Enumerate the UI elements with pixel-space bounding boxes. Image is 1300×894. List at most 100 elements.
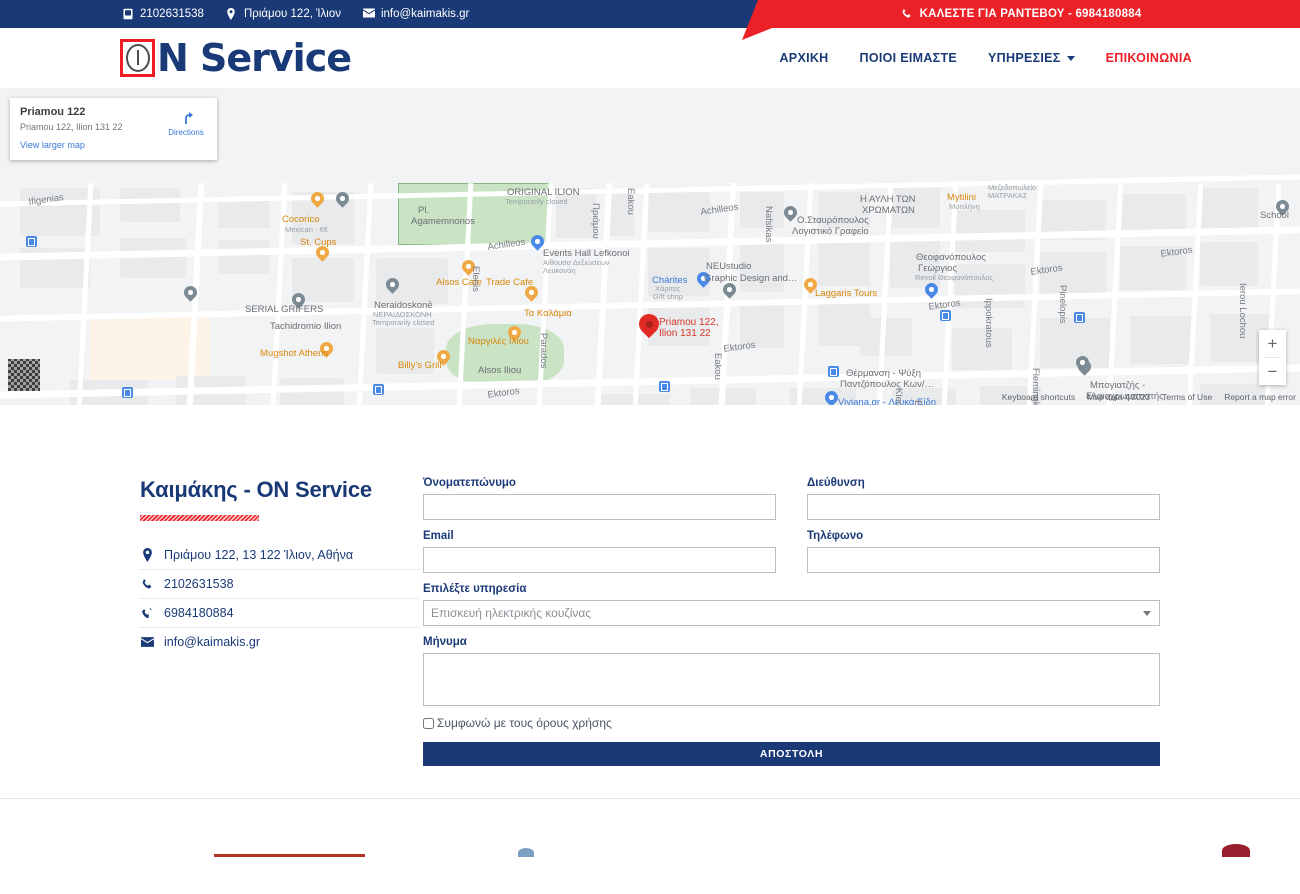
contact-row-address: Πριάμου 122, 13 122 Ίλιον, Αθήνα — [140, 541, 420, 570]
chevron-down-icon — [1066, 55, 1075, 61]
map-keyboard-shortcuts[interactable]: Keyboard shortcuts — [1002, 392, 1075, 402]
google-map[interactable]: Priamou 122, Ilion 131 22 Ifigenias Cocor… — [0, 88, 1300, 405]
map-icon-store-10[interactable] — [26, 236, 37, 247]
mobile-phone-icon — [140, 607, 154, 620]
nav-item-contact[interactable]: ΕΠΙΚΟΙΝΩΝΙΑ — [1106, 51, 1192, 65]
map-label: Eakou — [625, 188, 636, 215]
map-marker-label-line2: Ilion 131 22 — [659, 328, 711, 339]
map-label: Kleomenous — [892, 388, 904, 405]
chevron-down-icon — [1143, 610, 1151, 616]
location-pin-icon — [226, 8, 238, 20]
nav-item-home[interactable]: ΑΡΧΙΚΗ — [779, 51, 828, 65]
map-label: Παντζόπουλος Κων/… — [840, 379, 934, 390]
map-label: Nafsikas — [763, 206, 774, 243]
map-zoom-out-button[interactable]: − — [1259, 358, 1286, 385]
map-label: Τα Καλάμια — [524, 308, 572, 319]
map-label: Elenis — [470, 266, 481, 292]
footer-logo-dot — [1222, 844, 1250, 857]
top-contact-items: 2102631538 Πριάμου 122, Ίλιον info@kaima… — [122, 8, 469, 20]
contact-phone-text: 2102631538 — [164, 577, 234, 591]
map-label: Λογιστικό Γραφείο — [792, 226, 869, 237]
map-label: Πριάμου — [590, 203, 601, 239]
directions-icon — [185, 112, 193, 124]
map-label: St. Cups — [300, 237, 337, 248]
contact-email-text: info@kaimakis.gr — [164, 635, 261, 649]
contact-address-text: Πριάμου 122, 13 122 Ίλιον, Αθήνα — [164, 548, 354, 562]
address-label: Διεύθυνση — [807, 477, 865, 489]
nav-item-services[interactable]: ΥΠΗΡΕΣΙΕΣ — [988, 51, 1075, 65]
map-terms-of-use[interactable]: Terms of Use — [1162, 392, 1212, 402]
phone-icon — [122, 8, 134, 20]
map-icon-store-2[interactable] — [659, 381, 670, 392]
map-label: ΜΑΤΡΑΚΑΣ — [988, 191, 1028, 200]
map-zoom-controls: + − — [1259, 330, 1286, 385]
map-label: Temporarily closed — [372, 318, 435, 327]
map-label: Trade Cafe — [486, 277, 534, 288]
map-card-larger-map-link[interactable]: View larger map — [20, 140, 207, 150]
map-data-copyright: Map data ©2023 — [1087, 392, 1151, 402]
contact-info-column: Καιμάκης - ON Service Πριάμου 122, 13 12… — [130, 477, 420, 766]
topbar-email-text: info@kaimakis.gr — [380, 8, 470, 20]
map-pin-cafe[interactable] — [313, 243, 332, 264]
field-group-phone: Τηλέφωνο — [807, 530, 1160, 573]
name-label: Όνοματεπώνυμο — [423, 477, 516, 489]
terms-checkbox[interactable] — [423, 717, 434, 729]
map-report-error[interactable]: Report a map error — [1224, 392, 1296, 402]
topbar-email[interactable]: info@kaimakis.gr — [362, 8, 470, 20]
nav-item-about[interactable]: ΠΟΙΟΙ ΕΙΜΑΣΤΕ — [860, 51, 958, 65]
map-label: Ierou Lochou — [1237, 283, 1248, 339]
map-label: NEUstudio — [706, 261, 752, 272]
name-input[interactable] — [423, 494, 776, 520]
map-label: Revoil Θεοφανόπουλος — [915, 273, 994, 282]
map-label: Λευκονόη — [543, 266, 576, 275]
map-card-directions-label: Directions — [168, 128, 204, 137]
map-label: Parados — [538, 333, 549, 369]
contact-row-email[interactable]: info@kaimakis.gr — [140, 628, 420, 656]
field-group-name: Όνοματεπώνυμο — [423, 477, 776, 520]
map-marker-business[interactable] — [634, 309, 664, 341]
terms-label[interactable]: Συμφωνώ με τους όρους χρήσης — [437, 716, 612, 730]
email-input[interactable] — [423, 547, 776, 573]
envelope-icon — [140, 637, 154, 647]
map-icon-store-8[interactable] — [122, 387, 133, 398]
contact-row-phone[interactable]: 2102631538 — [140, 570, 420, 599]
map-pin-neraidoskone[interactable] — [383, 275, 402, 296]
map-info-card: Priamou 122 Priamou 122, Ilion 131 22 Vi… — [10, 98, 217, 160]
contact-row-mobile[interactable]: 6984180884 — [140, 599, 420, 628]
title-underline-decoration — [140, 515, 259, 521]
map-card-directions-button[interactable]: Directions — [165, 110, 207, 137]
email-label: Email — [423, 530, 454, 542]
contact-section: Καιμάκης - ON Service Πριάμου 122, 13 12… — [0, 405, 1300, 815]
map-icon-store-5[interactable] — [1074, 312, 1085, 323]
submit-button[interactable]: ΑΠΟΣΤΟΛΗ — [423, 742, 1160, 766]
map-icon-store-1[interactable] — [373, 384, 384, 395]
topbar-phone[interactable]: 2102631538 — [122, 8, 204, 20]
map-pin-shop[interactable] — [1073, 353, 1092, 374]
map-pin-neustudio[interactable] — [720, 280, 739, 301]
message-textarea[interactable] — [423, 653, 1160, 706]
map-pin-viviana[interactable] — [822, 388, 841, 405]
service-select[interactable]: Επισκευή ηλεκτρικής κουζίνας — [423, 600, 1160, 626]
map-pin-trade-cafe[interactable] — [522, 283, 541, 304]
map-zoom-in-button[interactable]: + — [1259, 330, 1286, 357]
map-icon-store-3[interactable] — [828, 366, 839, 377]
topbar-address[interactable]: Πριάμου 122, Ίλιον — [226, 8, 341, 20]
map-label: Temporarily closed — [505, 197, 568, 206]
envelope-icon — [362, 8, 375, 20]
nav-item-services-label: ΥΠΗΡΕΣΙΕΣ — [988, 51, 1061, 65]
site-logo[interactable]: N Service — [120, 39, 352, 77]
call-cta-text: ΚΑΛΕΣΤΕ ΓΙΑ ΡΑΝΤΕΒΟΥ - 6984180884 — [919, 8, 1142, 20]
map-label: Billy's Grill — [398, 360, 442, 371]
footer-logo-red — [212, 854, 367, 857]
map-label: Μυτιλήνη — [949, 202, 980, 211]
phone-input[interactable] — [807, 547, 1160, 573]
address-input[interactable] — [807, 494, 1160, 520]
call-cta-banner[interactable]: ΚΑΛΕΣΤΕ ΓΙΑ ΡΑΝΤΕΒΟΥ - 6984180884 — [742, 0, 1300, 28]
power-symbol-icon — [120, 39, 155, 77]
map-pin-serial-grifers[interactable] — [181, 283, 200, 304]
map-pin-poi[interactable] — [333, 189, 352, 210]
map-pin-revoil[interactable] — [922, 280, 941, 301]
map-pin-restaurant[interactable] — [308, 189, 327, 210]
map-pin-accounting[interactable] — [781, 203, 800, 224]
location-pin-icon — [140, 548, 154, 562]
